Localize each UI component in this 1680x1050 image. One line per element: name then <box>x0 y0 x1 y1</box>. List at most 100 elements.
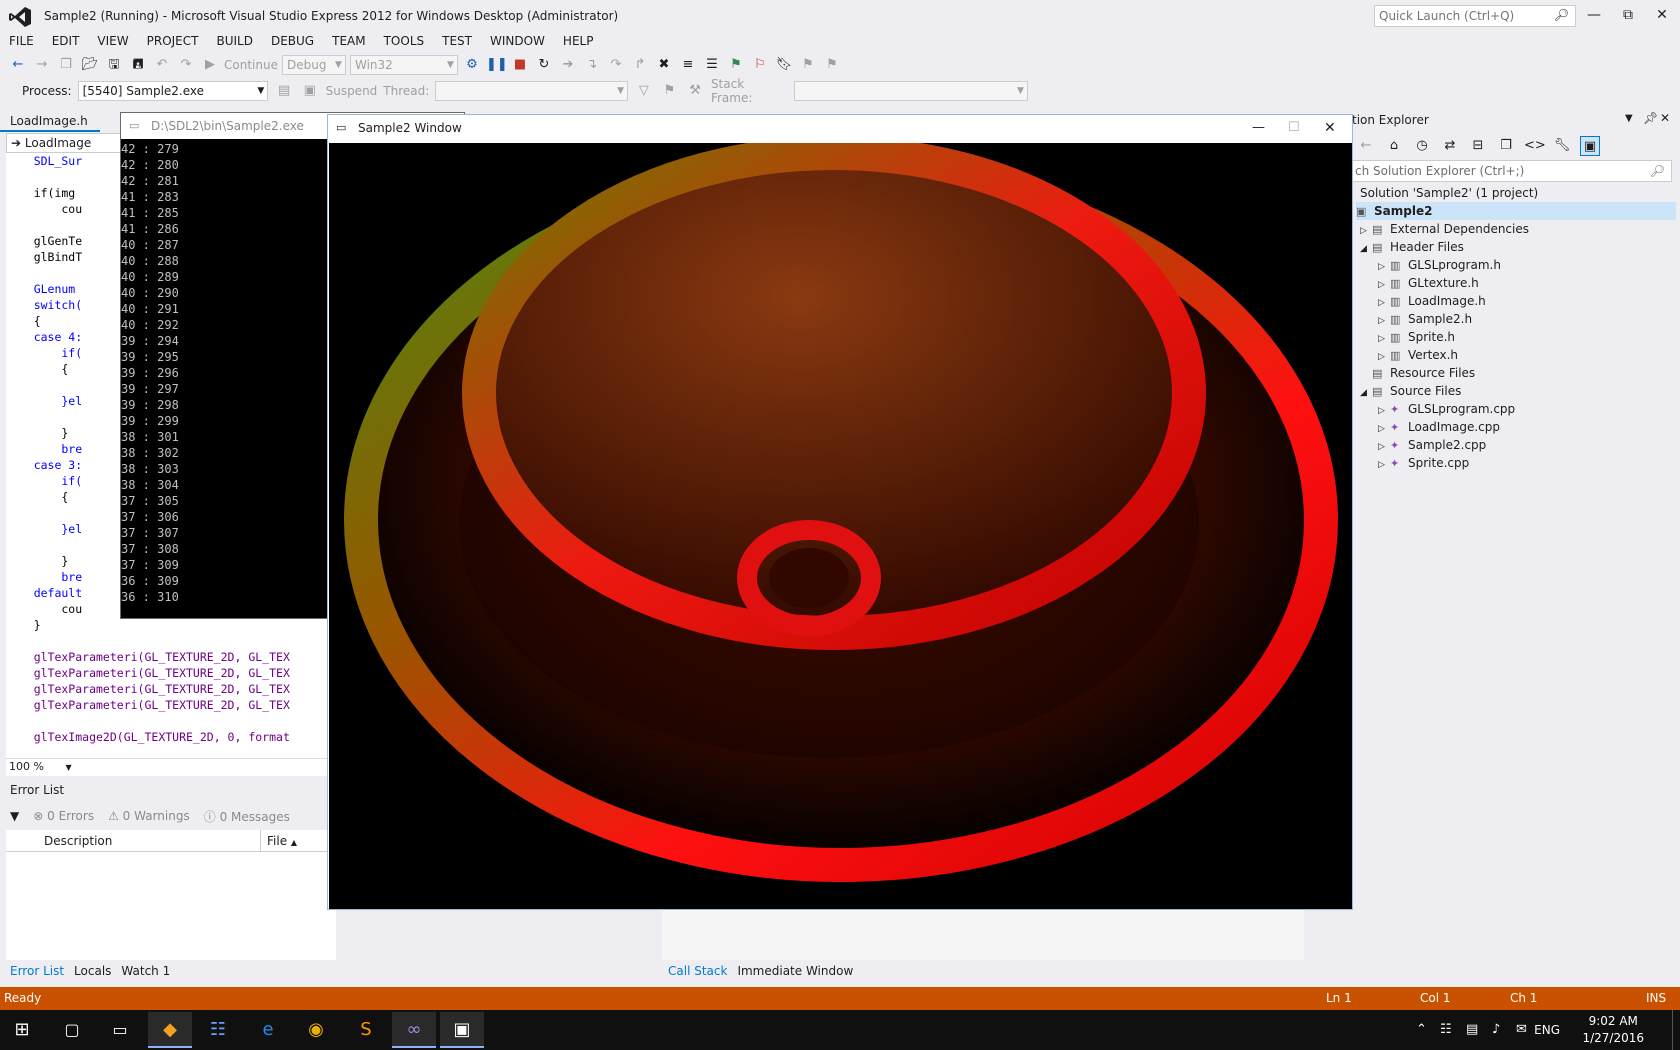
tree-item[interactable]: ▷ ▥ LoadImage.h <box>1378 292 1486 310</box>
bookmark-prev-icon[interactable]: ⚑ <box>798 55 818 75</box>
sync-icon[interactable]: ⇄ <box>1440 136 1460 156</box>
tab-call-stack[interactable]: Call Stack <box>668 960 727 982</box>
attach-icon[interactable]: ⚙ <box>462 55 482 75</box>
lifecycle-icon[interactable]: ▤ <box>274 81 294 101</box>
step-out-icon[interactable]: ↱ <box>630 55 650 75</box>
menu-team[interactable]: TEAM <box>323 30 374 52</box>
search-icon[interactable]: 🔎︎ <box>1554 8 1569 22</box>
suspend-button[interactable]: Suspend <box>326 84 378 98</box>
column-description[interactable]: Description <box>44 830 112 852</box>
menu-view[interactable]: VIEW <box>88 30 137 52</box>
menu-debug[interactable]: DEBUG <box>262 30 323 52</box>
tree-item[interactable]: ▷ ✦ Sample2.cpp <box>1378 436 1486 454</box>
network-tool-icon[interactable]: ☷ <box>196 1012 240 1048</box>
language-indicator[interactable]: ENG <box>1534 1010 1560 1050</box>
search-icon[interactable]: 🔎︎ <box>1650 161 1665 181</box>
quick-launch-input[interactable] <box>1375 6 1545 26</box>
step-over-icon[interactable]: ↷ <box>606 55 626 75</box>
close-icon[interactable]: ✕ <box>1660 111 1670 125</box>
tree-item[interactable]: ▷ ▥ Sprite.h <box>1378 328 1455 346</box>
wifi-icon[interactable]: ▤ <box>1466 1010 1478 1050</box>
show-flagged-icon[interactable]: ⚒ <box>685 81 705 101</box>
expanded-icon[interactable]: ◢ <box>1360 240 1372 258</box>
tree-item[interactable]: ◢ ▤ Header Files <box>1360 238 1464 256</box>
chevron-up-icon[interactable]: ⌃ <box>1416 1010 1427 1050</box>
expanded-icon[interactable]: ◢ <box>1360 384 1372 402</box>
bookmark-add-icon[interactable]: ⚑ <box>726 55 746 75</box>
tree-item[interactable]: ▷ ▥ Vertex.h <box>1378 346 1458 364</box>
show-next-statement-icon[interactable]: ➔ <box>558 55 578 75</box>
properties-icon[interactable]: 🔧︎ <box>1552 136 1572 156</box>
copy-icon[interactable]: ❐ <box>1496 136 1516 156</box>
network-status-icon[interactable]: ☷ <box>1440 1010 1452 1050</box>
tab-immediate-window[interactable]: Immediate Window <box>737 960 853 982</box>
tree-item[interactable]: ◢ ▤ Source Files <box>1360 382 1461 400</box>
tree-solution[interactable]: Solution 'Sample2' (1 project) <box>1360 184 1538 202</box>
solution-search-input[interactable]: ch Solution Explorer (Ctrl+;) 🔎︎ <box>1352 160 1672 182</box>
errors-filter[interactable]: ⊗ 0 Errors <box>33 809 94 823</box>
task-view-icon[interactable]: ▢ <box>50 1012 94 1048</box>
menu-test[interactable]: TEST <box>433 30 481 52</box>
sublime-text-icon[interactable]: S <box>344 1012 388 1048</box>
redo-icon[interactable]: ↷ <box>176 55 196 75</box>
menu-tools[interactable]: TOOLS <box>375 30 434 52</box>
history-icon[interactable]: ◷ <box>1412 136 1432 156</box>
menu-window[interactable]: WINDOW <box>481 30 554 52</box>
tree-item[interactable]: ▷ ✦ LoadImage.cpp <box>1378 418 1500 436</box>
restore-button[interactable]: ⧉ <box>1612 4 1644 26</box>
menu-edit[interactable]: EDIT <box>43 30 89 52</box>
tree-item[interactable]: ▷ ▥ Sample2.h <box>1378 310 1472 328</box>
tree-project[interactable]: ▣ Sample2 <box>1356 202 1676 220</box>
configuration-select[interactable]: Debug ▼ <box>281 55 346 75</box>
show-desktop-button[interactable] <box>1672 1010 1680 1050</box>
hex-display-icon[interactable]: ✖ <box>654 55 674 75</box>
tree-item[interactable]: ▷ ▥ GLtexture.h <box>1378 274 1479 292</box>
column-file[interactable]: File ▲ <box>260 830 297 854</box>
sample2-window[interactable]: ▭ Sample2 Window — ☐ ✕ <box>327 114 1353 910</box>
tab-locals[interactable]: Locals <box>74 960 111 982</box>
undo-icon[interactable]: ↶ <box>152 55 172 75</box>
open-file-icon[interactable]: 📂︎ <box>80 55 100 75</box>
warnings-filter[interactable]: ⚠ 0 Warnings <box>108 809 190 823</box>
menu-build[interactable]: BUILD <box>207 30 261 52</box>
save-all-icon[interactable]: 🖪︎ <box>128 55 148 75</box>
pin-icon[interactable]: 📌︎ <box>1643 111 1658 125</box>
home-icon[interactable]: ⌂ <box>1384 136 1404 156</box>
edge-browser-icon[interactable]: e <box>246 1012 290 1048</box>
opengl-render-canvas[interactable] <box>329 143 1352 909</box>
chevron-down-icon[interactable]: ▼ <box>1625 113 1633 124</box>
minimize-button[interactable]: — <box>1252 115 1265 141</box>
flag-thread-icon[interactable]: ⚑ <box>660 81 680 101</box>
terminal-icon[interactable]: ▭ <box>98 1012 142 1048</box>
collapse-all-icon[interactable]: ⊟ <box>1468 136 1488 156</box>
zoom-select[interactable]: 100 % ▼ <box>6 758 336 776</box>
continue-icon[interactable]: ▶ <box>200 55 220 75</box>
menu-help[interactable]: HELP <box>554 30 603 52</box>
process-select[interactable]: [5540] Sample2.exe ▼ <box>77 81 269 101</box>
git-gui-icon[interactable]: ◆ <box>148 1012 192 1048</box>
bookmark-next-icon[interactable]: ⚑ <box>822 55 842 75</box>
tree-item[interactable]: ▷ ▤ External Dependencies <box>1360 220 1529 238</box>
bookmark-clear-icon[interactable]: ⚐ <box>750 55 770 75</box>
minimize-button[interactable]: — <box>1578 4 1610 26</box>
editor-tab-loadimage-h[interactable]: LoadImage.h <box>0 110 100 132</box>
visual-studio-taskbar-icon[interactable]: ∞ <box>392 1012 436 1048</box>
sample2-taskbar-icon[interactable]: ▣ <box>440 1012 484 1048</box>
quick-launch-box[interactable]: 🔎︎ <box>1374 5 1576 27</box>
filter-icon[interactable]: ▼ <box>10 809 19 823</box>
tab-watch-1[interactable]: Watch 1 <box>121 960 170 982</box>
bookmark-icon[interactable]: 🔖︎ <box>774 55 794 75</box>
stop-icon[interactable]: ■ <box>510 55 530 75</box>
close-button[interactable]: ✕ <box>1324 115 1336 141</box>
view-code-icon[interactable]: <> <box>1524 136 1546 156</box>
volume-icon[interactable]: ♪ <box>1492 1010 1500 1050</box>
menu-project[interactable]: PROJECT <box>138 30 208 52</box>
filter-icon[interactable]: ▽ <box>634 81 654 101</box>
tree-item[interactable]: ▷ ✦ Sprite.cpp <box>1378 454 1469 472</box>
start-button[interactable]: ⊞ <box>0 1012 44 1048</box>
forward-icon[interactable]: → <box>32 55 52 75</box>
tab-error-list[interactable]: Error List <box>10 960 64 982</box>
back-icon[interactable]: ← <box>8 55 28 75</box>
threads-icon[interactable]: ≡ <box>678 55 698 75</box>
thread-select[interactable]: ▼ <box>435 81 629 101</box>
